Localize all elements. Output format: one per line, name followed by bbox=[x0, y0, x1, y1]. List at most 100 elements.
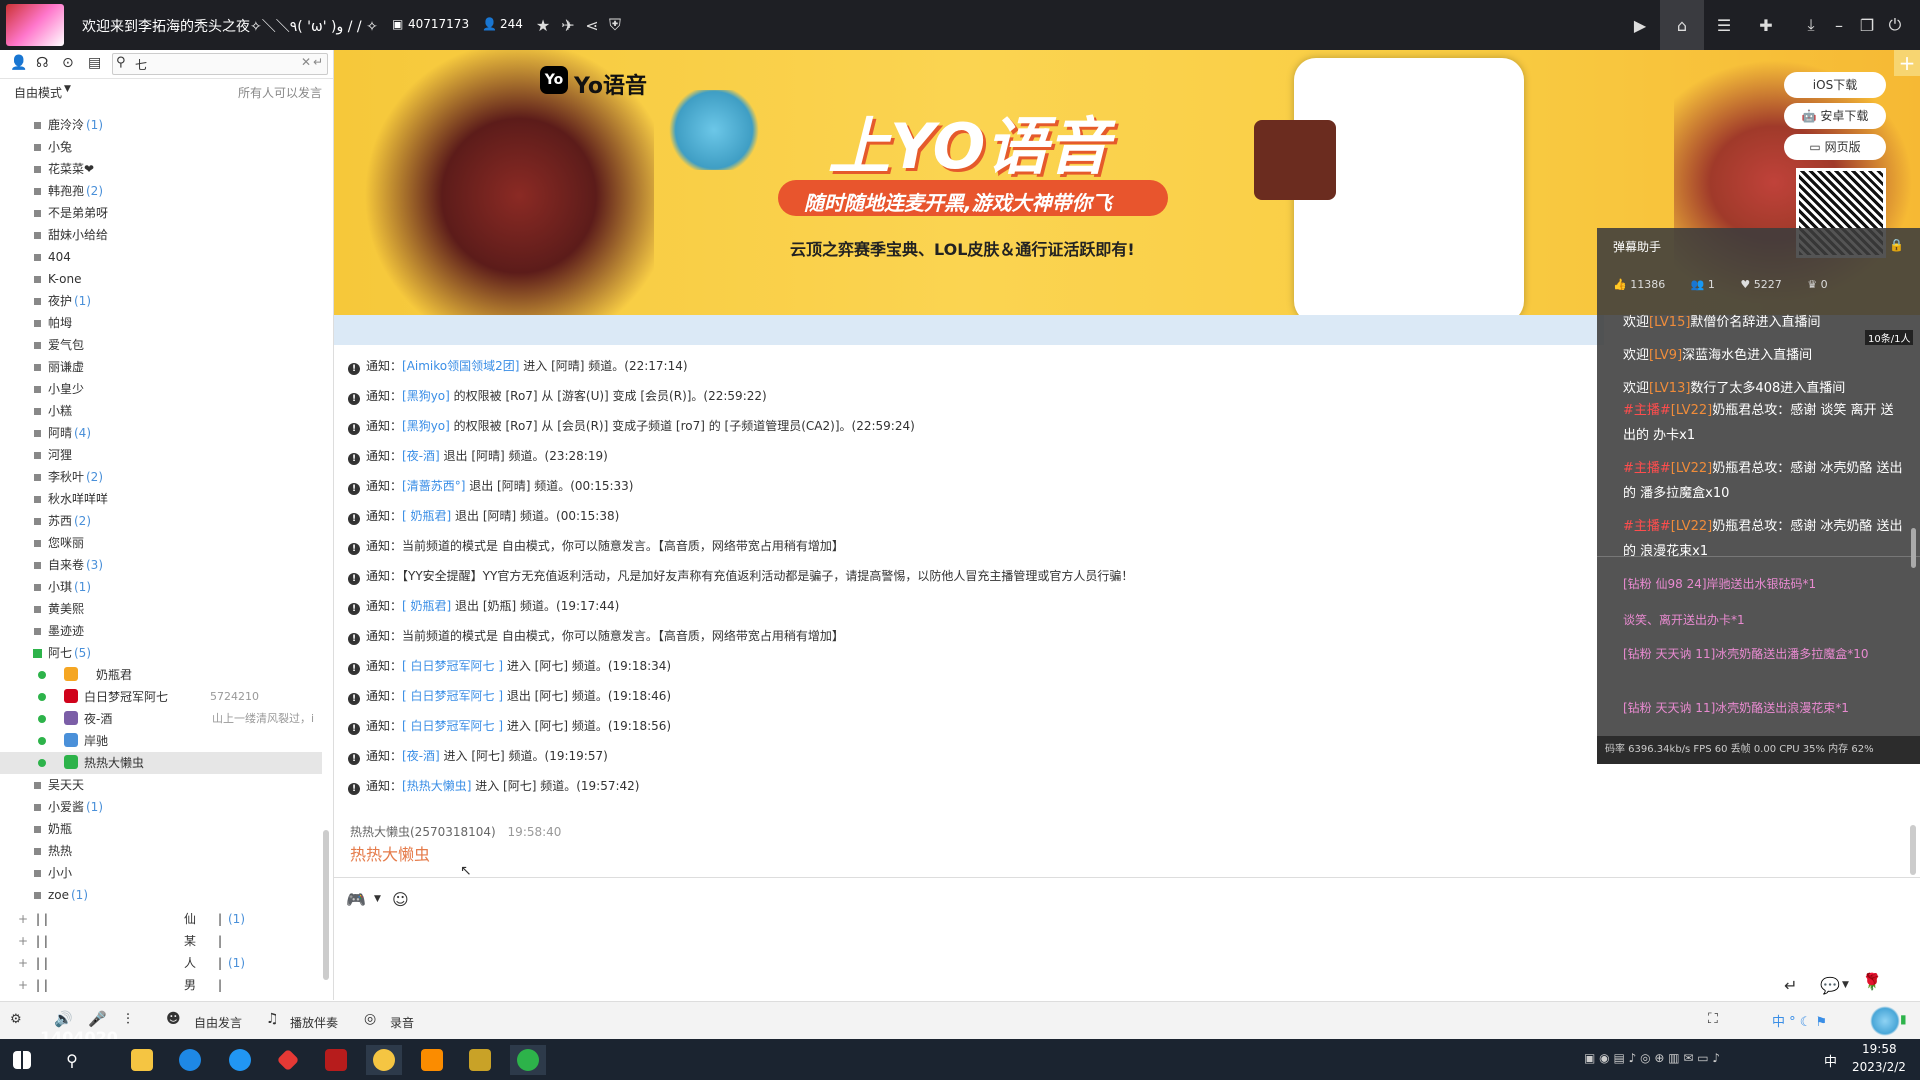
send-icon[interactable]: ↵ bbox=[1784, 976, 1797, 995]
user-link[interactable]: [黑狗yo] bbox=[402, 389, 450, 403]
user-link[interactable]: [夜-酒] bbox=[402, 749, 440, 763]
file-explorer-icon[interactable] bbox=[124, 1045, 160, 1075]
chat-scrollbar[interactable] bbox=[1910, 825, 1916, 875]
music-icon[interactable]: ♫ bbox=[266, 1011, 279, 1027]
rose-icon[interactable]: 🌹 bbox=[1862, 972, 1882, 991]
enter-icon[interactable]: ↵ bbox=[313, 55, 323, 69]
channel-search-box[interactable]: ⚲ 七 ✕ ↵ bbox=[112, 53, 328, 75]
user-link[interactable]: [清蔷苏西°] bbox=[402, 479, 465, 493]
channel-item[interactable]: K-one bbox=[0, 268, 320, 290]
user-link[interactable]: [ 白日梦冠军阿七 ] bbox=[402, 689, 503, 703]
channel-item[interactable]: 吴天天 bbox=[0, 774, 320, 796]
channel-item[interactable]: 小琪 (1) bbox=[0, 576, 320, 598]
channel-item[interactable]: 韩孢孢 (2) bbox=[0, 180, 320, 202]
gamepad-icon[interactable]: ✚ bbox=[1754, 13, 1778, 37]
channel-item[interactable]: 奶瓶 bbox=[0, 818, 320, 840]
screenshot-icon[interactable]: ⛶ bbox=[1708, 1011, 1718, 1027]
channel-item[interactable]: 404 bbox=[0, 246, 320, 268]
emoji-chevron-icon[interactable]: ▼ bbox=[374, 894, 381, 904]
user-link[interactable]: [ 白日梦冠军阿七 ] bbox=[402, 659, 503, 673]
chat-bubble-icon[interactable]: 💬 bbox=[1820, 976, 1840, 995]
location-icon[interactable]: ⊙ bbox=[62, 55, 74, 71]
channel-item[interactable]: 墨迹迹 bbox=[0, 620, 320, 642]
channel-item[interactable]: + | | 人 | (1) bbox=[0, 952, 320, 974]
channel-item[interactable]: 夜护 (1) bbox=[0, 290, 320, 312]
channel-item[interactable]: 热热 bbox=[0, 840, 320, 862]
channel-item[interactable]: 小皇少 bbox=[0, 378, 320, 400]
share-icon[interactable]: ⋖ bbox=[580, 13, 604, 37]
channel-avatar[interactable] bbox=[6, 4, 64, 46]
bubble-chevron-icon[interactable]: ▼ bbox=[1842, 980, 1849, 990]
record-button[interactable]: 录音 bbox=[390, 1014, 414, 1031]
member-item[interactable]: 夜-酒 山上一缕清风裂过，i bbox=[0, 708, 322, 730]
settings-icon[interactable]: ⚙ bbox=[10, 1012, 22, 1027]
channel-item[interactable]: 甜妹小给给 bbox=[0, 224, 320, 246]
equalizer-icon[interactable]: ⫶ bbox=[126, 1010, 130, 1028]
minimize-icon[interactable]: – bbox=[1827, 13, 1851, 37]
yy-icon[interactable] bbox=[366, 1045, 402, 1075]
user-icon[interactable]: 👤 bbox=[10, 55, 27, 71]
browser-icon[interactable] bbox=[222, 1045, 258, 1075]
clear-search-icon[interactable]: ✕ bbox=[301, 55, 311, 69]
clock-time[interactable]: 19:58 bbox=[1862, 1042, 1897, 1056]
microphone-icon[interactable]: 🎤 bbox=[88, 1010, 107, 1028]
chevron-down-icon[interactable]: ▼ bbox=[64, 84, 71, 94]
member-item[interactable]: 奶瓶君 bbox=[0, 664, 322, 686]
channel-item[interactable]: 自来卷 (3) bbox=[0, 554, 320, 576]
channel-item[interactable]: 小爱酱 (1) bbox=[0, 796, 320, 818]
user-link[interactable]: [黑狗yo] bbox=[402, 419, 450, 433]
user-link[interactable]: [ 奶瓶君] bbox=[402, 509, 451, 523]
channel-item[interactable]: + | | 男 | bbox=[0, 974, 320, 996]
gamepad-emoji-icon[interactable]: 🎮 bbox=[346, 890, 366, 909]
channel-item[interactable]: 黄美熙 bbox=[0, 598, 320, 620]
channel-item[interactable]: 李秋叶 (2) bbox=[0, 466, 320, 488]
user-link[interactable]: [夜-酒] bbox=[402, 449, 440, 463]
maximize-icon[interactable]: ❐ bbox=[1855, 13, 1879, 37]
accompany-button[interactable]: 播放伴奏 bbox=[290, 1014, 338, 1031]
notes-icon[interactable]: ▤ bbox=[88, 55, 101, 71]
channel-item[interactable]: 小糕 bbox=[0, 400, 320, 422]
channel-item[interactable]: 河狸 bbox=[0, 444, 320, 466]
tree-scrollbar[interactable] bbox=[323, 830, 329, 980]
user-link[interactable]: [Aimiko领国领域2团] bbox=[402, 359, 519, 373]
web-version-button[interactable]: ▭ 网页版 bbox=[1784, 134, 1886, 160]
lol-icon[interactable] bbox=[462, 1045, 498, 1075]
channel-item[interactable]: 小兔 bbox=[0, 136, 320, 158]
free-speak-icon[interactable]: ☻ bbox=[166, 1011, 181, 1027]
expand-icon[interactable]: + bbox=[18, 974, 28, 996]
windows-start-icon[interactable] bbox=[4, 1045, 40, 1075]
add-icon[interactable]: + bbox=[1894, 50, 1920, 76]
search-taskbar-icon[interactable]: ⚲ bbox=[54, 1045, 90, 1075]
channel-item[interactable]: 帕坶 bbox=[0, 312, 320, 334]
channel-item[interactable]: 不是弟弟呀 bbox=[0, 202, 320, 224]
user-link[interactable]: [ 白日梦冠军阿七 ] bbox=[402, 719, 503, 733]
headset-icon[interactable]: ☊ bbox=[36, 55, 48, 71]
obs-icon[interactable] bbox=[318, 1045, 354, 1075]
channel-item[interactable]: 爱气包 bbox=[0, 334, 320, 356]
video-icon[interactable]: ▶ bbox=[1628, 13, 1652, 37]
shield-icon[interactable]: ⛨ bbox=[603, 13, 627, 37]
record-icon[interactable]: ◎ bbox=[364, 1011, 376, 1027]
wechat-icon[interactable] bbox=[510, 1045, 546, 1075]
app-orange-icon[interactable] bbox=[414, 1045, 450, 1075]
android-download-button[interactable]: 🤖 安卓下载 bbox=[1784, 103, 1886, 129]
ime-indicator[interactable]: 中 bbox=[1824, 1051, 1837, 1070]
user-link[interactable]: [ 奶瓶君] bbox=[402, 599, 451, 613]
channel-item[interactable]: 苏西 (2) bbox=[0, 510, 320, 532]
list-icon[interactable]: ☰ bbox=[1712, 13, 1736, 37]
channel-item[interactable]: 小小 bbox=[0, 862, 320, 884]
emoji-search-icon[interactable]: ☺ bbox=[392, 890, 409, 909]
speaker-icon[interactable]: 🔊 bbox=[54, 1010, 73, 1028]
channel-item[interactable]: zoe (1) bbox=[0, 884, 320, 906]
channel-item[interactable]: 花菜菜❤ bbox=[0, 158, 320, 180]
clock-date[interactable]: 2023/2/2 bbox=[1852, 1060, 1906, 1074]
free-speak-button[interactable]: 自由发言 bbox=[194, 1014, 242, 1031]
tray-icons[interactable]: ▣ ◉ ▤ ♪ ◎ ⊕ ▥ ✉ ▭ ♪ bbox=[1584, 1051, 1720, 1065]
channel-item[interactable]: 您咪丽 bbox=[0, 532, 320, 554]
mode-select[interactable]: 自由模式 bbox=[14, 84, 62, 101]
danmaku-scrollbar[interactable] bbox=[1911, 528, 1916, 568]
plane-icon[interactable]: ✈ bbox=[556, 13, 580, 37]
channel-item[interactable]: 阿晴 (4) bbox=[0, 422, 320, 444]
chat-input-area[interactable]: 🎮 ▼ ☺ ↵ 💬 ▼ 🌹 bbox=[334, 877, 1920, 1002]
channel-item-open[interactable]: 阿七 (5) bbox=[0, 642, 320, 664]
